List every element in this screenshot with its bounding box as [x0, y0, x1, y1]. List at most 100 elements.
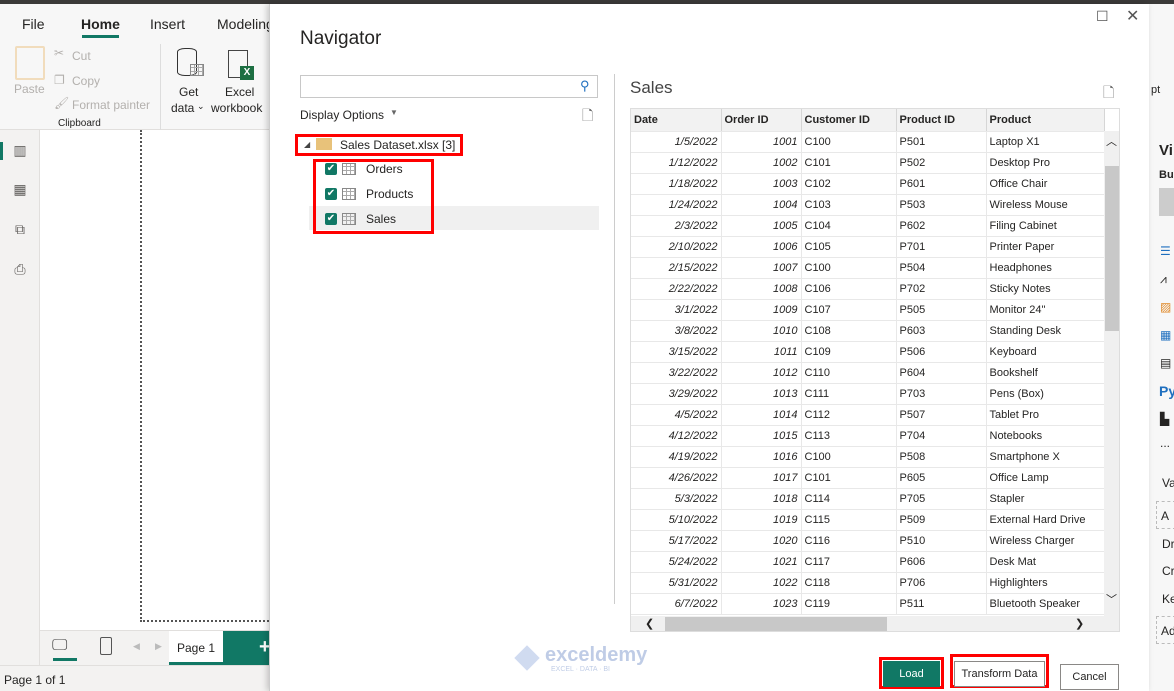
table-cell: C106	[801, 278, 897, 300]
table-cell: P502	[896, 152, 987, 174]
display-options-dropdown[interactable]: Display Options	[300, 108, 384, 122]
format-painter-button[interactable]: Format painter	[72, 98, 150, 112]
line-chart-icon[interactable]: ⩘	[1160, 272, 1167, 287]
model-view-icon[interactable]: ⧉	[11, 221, 29, 237]
table-cell: 1002	[721, 152, 802, 174]
table-row: 2/10/2022 1006 C105 P701 Printer Paper	[631, 236, 1105, 258]
map-icon[interactable]: ▨	[1160, 300, 1171, 314]
table-cell: P506	[896, 341, 987, 363]
table-row: 1/12/2022 1002 C101 P502 Desktop Pro	[631, 152, 1105, 174]
values-drop-field[interactable]: A	[1156, 501, 1174, 529]
tab-file[interactable]: File	[22, 16, 45, 32]
table-cell: 1019	[721, 509, 802, 531]
table-cell: 1005	[721, 215, 802, 237]
tree-item-orders[interactable]: Orders	[366, 162, 403, 176]
table-cell: P508	[896, 446, 987, 468]
table-cell: P602	[896, 215, 987, 237]
column-header[interactable]: Product	[986, 109, 1105, 132]
cancel-button[interactable]: Cancel	[1060, 664, 1119, 690]
bar-chart-icon[interactable]: ☰	[1160, 244, 1171, 258]
tab-home[interactable]: Home	[81, 16, 120, 32]
values-label: Va	[1162, 476, 1174, 490]
get-data-button[interactable]: data	[171, 101, 194, 115]
orders-checkbox[interactable]: ✔	[325, 163, 337, 175]
report-icon[interactable]: ▙	[1160, 412, 1169, 426]
table-cell: P705	[896, 488, 987, 510]
more-visuals-button[interactable]: ...	[1160, 436, 1170, 450]
report-view-icon[interactable]: ▥	[11, 142, 29, 158]
close-icon[interactable]: ✕	[1126, 6, 1139, 26]
paste-button[interactable]: Paste	[14, 82, 45, 96]
refresh-file-icon[interactable]: 🗋	[582, 105, 593, 129]
horizontal-scroll-thumb[interactable]	[665, 617, 887, 631]
copy-button[interactable]: Copy	[72, 74, 100, 88]
table-cell: 1023	[721, 593, 802, 615]
tree-item-sales[interactable]: Sales	[366, 212, 396, 226]
maximize-icon[interactable]: ☐	[1096, 8, 1109, 25]
python-visual-icon[interactable]: Py	[1159, 383, 1174, 399]
excel-line1[interactable]: Excel	[225, 85, 254, 99]
transform-data-button[interactable]: Transform Data	[954, 661, 1045, 687]
table-cell: P510	[896, 530, 987, 552]
watermark-tag: EXCEL · DATA · BI	[551, 666, 610, 673]
column-header[interactable]: Product ID	[896, 109, 987, 132]
matrix-icon[interactable]: ▦	[1160, 328, 1171, 342]
table-row: 3/22/2022 1012 C110 P604 Bookshelf	[631, 362, 1105, 384]
scroll-right-icon[interactable]: ❯	[1075, 617, 1084, 630]
table-cell: 1017	[721, 467, 802, 489]
cut-button[interactable]: Cut	[72, 49, 91, 63]
table-cell: 1008	[721, 278, 802, 300]
table-cell: C109	[801, 341, 897, 363]
layout-indicator	[53, 658, 77, 661]
tab-insert[interactable]: Insert	[150, 16, 185, 32]
prev-page-icon[interactable]: ◀	[133, 641, 140, 652]
table-cell: P511	[896, 593, 987, 615]
drill-field-text: Ad	[1161, 624, 1174, 638]
next-page-icon[interactable]: ▶	[155, 641, 162, 652]
excel-workbook-button[interactable]: workbook	[211, 101, 262, 115]
add-page-button[interactable]: +	[223, 631, 271, 665]
table-cell: Headphones	[986, 257, 1105, 279]
page-tab[interactable]: Page 1	[169, 631, 223, 665]
tab-modeling[interactable]: Modeling	[217, 16, 274, 32]
table-cell: P605	[896, 467, 987, 489]
table-cell: 3/22/2022	[631, 362, 722, 384]
desktop-layout-icon[interactable]: 🖵	[52, 637, 67, 655]
table-view-icon[interactable]: ▦	[11, 181, 29, 197]
table-row: 3/8/2022 1010 C108 P603 Standing Desk	[631, 320, 1105, 342]
search-icon[interactable]: ⚲	[580, 78, 590, 94]
build-visual-button[interactable]	[1159, 188, 1174, 216]
dax-view-icon[interactable]: ⎙	[11, 261, 29, 277]
table-cell: C100	[801, 257, 897, 279]
mobile-layout-icon[interactable]	[100, 637, 112, 655]
tree-item-products[interactable]: Products	[366, 187, 413, 201]
drill-label: Dr	[1162, 537, 1174, 551]
pane-divider	[614, 74, 615, 604]
table-cell: Smartphone X	[986, 446, 1105, 468]
table-row: 4/12/2022 1015 C113 P704 Notebooks	[631, 425, 1105, 447]
horizontal-scrollbar[interactable]: ❮ ❯	[631, 616, 1119, 631]
column-header[interactable]: Order ID	[721, 109, 802, 132]
table-cell: 1021	[721, 551, 802, 573]
sales-checkbox[interactable]: ✔	[325, 213, 337, 225]
scroll-left-icon[interactable]: ❮	[645, 617, 654, 630]
table-cell: Printer Paper	[986, 236, 1105, 258]
search-input[interactable]	[300, 75, 598, 98]
page-boundary	[140, 130, 280, 622]
text-visual-icon[interactable]: ▤	[1160, 356, 1171, 370]
products-checkbox[interactable]: ✔	[325, 188, 337, 200]
collapse-icon[interactable]: ◢	[304, 140, 310, 149]
table-row: 5/24/2022 1021 C117 P606 Desk Mat	[631, 551, 1105, 573]
refresh-preview-icon[interactable]: 🗋	[1103, 82, 1114, 106]
table-cell: C114	[801, 488, 897, 510]
scroll-up-icon[interactable]: ︿	[1106, 133, 1117, 149]
column-header[interactable]: Date	[631, 109, 722, 132]
vertical-scroll-thumb[interactable]	[1105, 166, 1119, 331]
vertical-scrollbar[interactable]: ︿ ﹀	[1104, 131, 1119, 616]
column-header[interactable]: Customer ID	[801, 109, 897, 132]
get-data-line1[interactable]: Get	[179, 85, 198, 99]
file-node[interactable]: Sales Dataset.xlsx [3]	[340, 138, 455, 152]
drill-drop-field[interactable]: Ad	[1156, 616, 1174, 644]
load-button[interactable]: Load	[883, 661, 940, 687]
scroll-down-icon[interactable]: ﹀	[1106, 591, 1117, 607]
